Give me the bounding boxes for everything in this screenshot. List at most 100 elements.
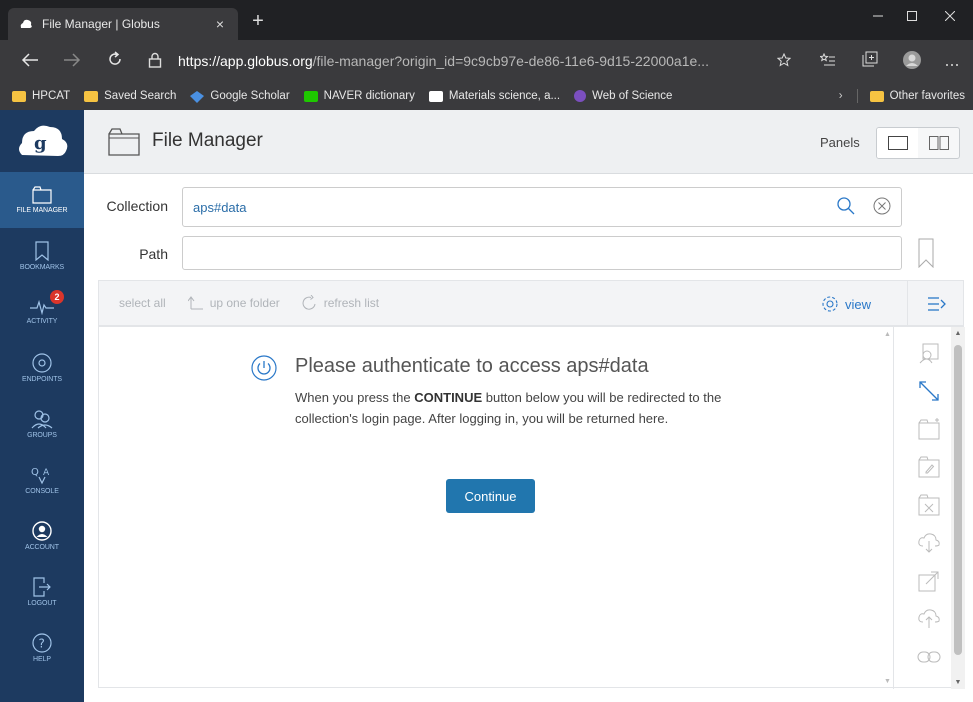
url-field[interactable]: https://app.globus.org/file-manager?orig… [148,48,793,74]
close-window-icon[interactable] [927,0,973,32]
refresh-list-button[interactable]: refresh list [302,295,379,311]
scroll-down-arrow[interactable]: ▼ [884,678,891,685]
sidebar-item-label: ACCOUNT [25,544,59,551]
tab-close-icon[interactable]: × [212,16,228,32]
favorites-list-icon[interactable] [816,50,840,72]
logout-icon [33,577,51,597]
browser-tab[interactable]: File Manager | Globus × [8,8,238,40]
menu-collapse-icon [927,297,946,311]
scroll-down-arrow[interactable]: ▼ [954,679,962,686]
collections-icon[interactable] [858,50,882,72]
search-icon[interactable] [837,197,855,218]
sidebar-item-bookmarks[interactable]: BOOKMARKS [0,228,84,284]
folder-icon [12,90,26,102]
share-icon[interactable] [909,337,949,369]
chevron-right-icon[interactable]: › [839,90,843,102]
bookmark-google-scholar[interactable]: Google Scholar [190,90,290,103]
scroll-up-arrow[interactable]: ▲ [884,331,891,338]
bookmark-naver-dictionary[interactable]: NAVER dictionary [303,90,415,102]
scrollbar-thumb[interactable] [954,345,962,655]
select-all-button[interactable]: select all [119,296,166,310]
single-panel-button[interactable] [877,128,918,158]
more-menu-icon[interactable] [940,50,964,72]
clear-icon[interactable] [873,197,891,218]
up-one-folder-label: up one folder [209,296,280,310]
sidebar: g FILE MANAGER BOOKMARKS 2 ACTIVITY ENDP… [0,110,84,702]
sidebar-item-label: BOOKMARKS [19,264,65,271]
single-panel-icon [887,136,908,150]
back-icon[interactable] [18,50,42,72]
auth-title: Please authenticate to access aps#data [295,355,649,377]
sidebar-item-label: ENDPOINTS [22,376,62,383]
double-panel-icon [928,136,949,150]
collection-input[interactable]: aps#data [182,187,902,227]
sidebar-item-account[interactable]: ACCOUNT [0,508,84,564]
bookmark-hpcat[interactable]: HPCAT [12,90,70,102]
link-icon[interactable] [909,641,949,673]
tools-divider [893,327,894,689]
upload-cloud-icon[interactable] [909,603,949,635]
sidebar-item-endpoints[interactable]: ENDPOINTS [0,340,84,396]
bookmark-path-icon[interactable] [918,238,934,273]
profile-avatar-icon[interactable] [900,50,924,72]
bookmark-materials-science[interactable]: Materials science, a... [428,90,560,102]
path-input[interactable] [182,236,902,270]
sidebar-item-help[interactable]: ? HELP [0,620,84,676]
tools-scrollbar[interactable]: ▲ ▼ [951,327,965,689]
up-one-folder-button[interactable]: up one folder [187,296,280,310]
scholar-icon [190,90,205,103]
bookmark-web-of-science[interactable]: Web of Science [574,90,672,102]
bookmark-saved-search[interactable]: Saved Search [84,90,176,102]
transfer-tools [909,337,949,679]
page-header: File Manager Panels [84,110,973,174]
favorite-star-icon[interactable] [772,50,796,72]
refresh-icon[interactable] [103,50,127,72]
open-external-icon[interactable] [909,565,949,597]
bookmark-label: Google Scholar [210,90,290,102]
new-folder-icon[interactable] [909,413,949,445]
continue-button[interactable]: Continue [446,479,535,513]
scroll-up-arrow[interactable]: ▲ [954,330,962,337]
sidebar-item-groups[interactable]: GROUPS [0,396,84,452]
auth-text-before: When you press the [295,390,415,405]
collection-label: Collection [106,198,168,214]
wos-icon [574,90,587,102]
page-title: File Manager [152,130,263,151]
help-icon: ? [32,633,52,653]
bookmark-label: Other favorites [889,90,965,102]
double-panel-button[interactable] [918,128,959,158]
globus-logo[interactable]: g [0,110,84,172]
globus-favicon-icon [18,16,34,32]
groups-icon [31,410,53,429]
inner-scrollbar[interactable]: ▲ ▼ [883,327,893,689]
naver-icon [303,90,318,102]
sidebar-item-label: CONSOLE [25,488,59,495]
bookmark-icon [35,241,49,261]
fe-icon [428,90,443,102]
sidebar-item-activity[interactable]: 2 ACTIVITY [0,284,84,340]
download-cloud-icon[interactable] [909,527,949,559]
sidebar-item-logout[interactable]: LOGOUT [0,564,84,620]
sidebar-item-file-manager[interactable]: FILE MANAGER [0,172,84,228]
other-favorites[interactable]: Other favorites [869,90,965,102]
auth-text-bold: CONTINUE [414,390,483,405]
auth-message: When you press the CONTINUE button below… [295,387,765,429]
sidebar-item-console[interactable]: QA CONSOLE [0,452,84,508]
rename-icon[interactable] [909,451,949,483]
panels-label: Panels [820,135,860,150]
panel-menu-button[interactable] [907,281,965,327]
file-list-panel: Please authenticate to access aps#data W… [98,326,965,689]
view-label: view [845,296,872,312]
folder-icon [869,90,884,102]
new-tab-button[interactable]: + [246,10,270,33]
bookmark-label: Saved Search [104,90,177,102]
svg-text:g: g [34,133,47,154]
delete-icon[interactable] [909,489,949,521]
transfer-arrow-icon[interactable] [909,375,949,407]
bookmarks-bar: HPCAT Saved Search Google Scholar NAVER … [0,82,973,110]
power-icon [251,355,277,386]
activity-badge: 2 [50,290,64,304]
forward-icon[interactable] [60,50,84,72]
browser-titlebar: File Manager | Globus × + [0,0,973,40]
view-button[interactable]: view [821,295,871,313]
